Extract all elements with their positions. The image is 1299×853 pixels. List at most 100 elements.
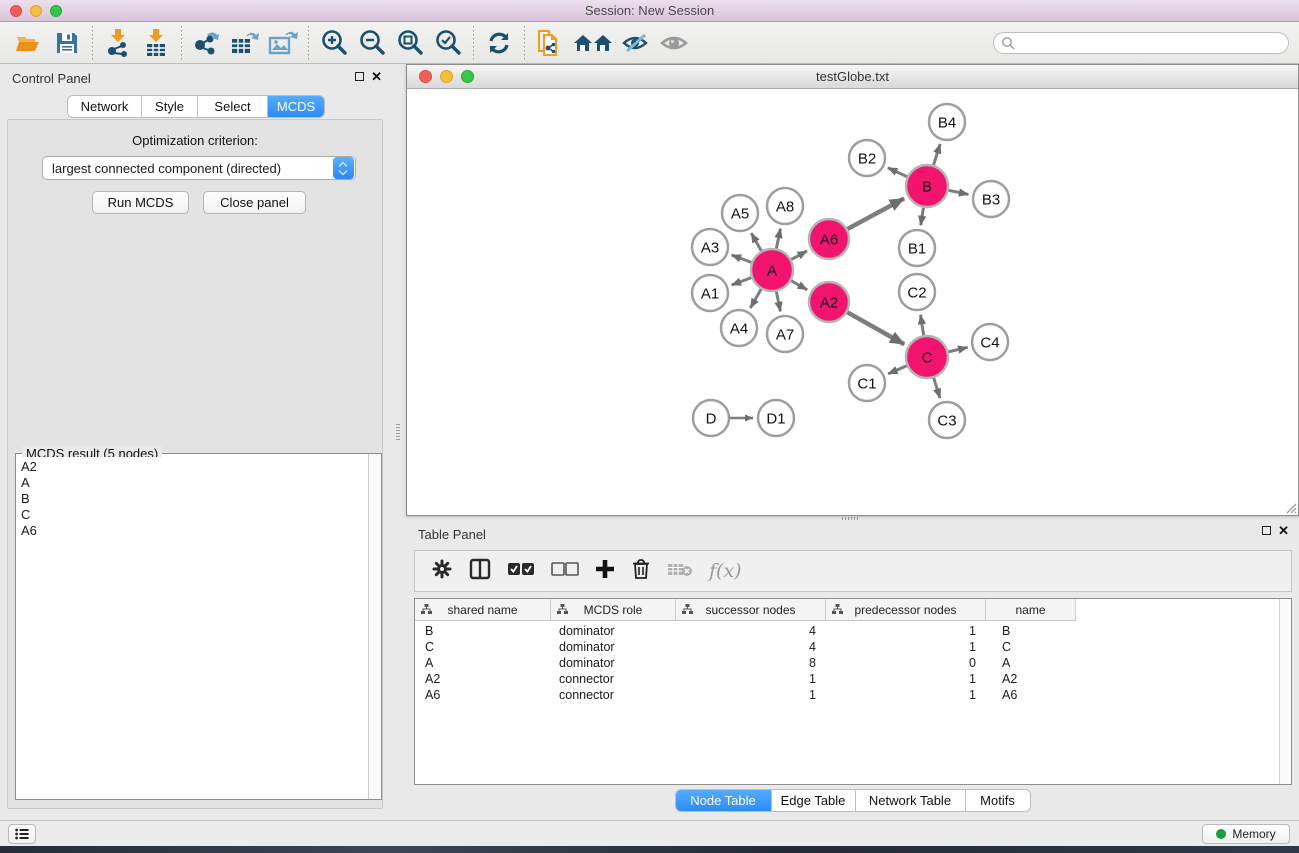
close-panel-icon[interactable]: ✕ [371, 72, 382, 81]
cell-shared-name: C [415, 639, 551, 655]
tab-node-table[interactable]: Node Table [676, 790, 772, 811]
table-scrollbar[interactable] [1279, 599, 1291, 784]
graph-edge-B-B4[interactable] [933, 144, 940, 168]
deselect-all-columns-button[interactable] [551, 562, 579, 581]
table-rows: Bdominator41BCdominator41CAdominator80AA… [415, 623, 1279, 703]
column-header-MCDS-role[interactable]: MCDS role [551, 599, 676, 621]
close-window-icon[interactable] [10, 5, 22, 17]
resize-grip-icon[interactable] [1283, 500, 1297, 514]
zoom-fit-icon [396, 29, 424, 57]
criterion-dropdown[interactable]: largest connected component (directed) [42, 156, 356, 180]
float-table-panel-icon[interactable] [1262, 526, 1271, 535]
gear-icon [431, 558, 453, 580]
export-table-button[interactable] [226, 25, 264, 61]
mcds-result-item[interactable]: B [21, 491, 367, 507]
open-session-button[interactable] [10, 25, 48, 61]
tab-style[interactable]: Style [142, 96, 198, 117]
vertical-splitter-handle[interactable] [396, 424, 400, 440]
checked-boxes-icon [507, 562, 535, 576]
graph-edge-B-B2[interactable] [888, 168, 910, 178]
column-header-name[interactable]: name [986, 599, 1076, 621]
delete-column-button[interactable] [631, 558, 651, 585]
graph-edge-A-A5[interactable] [751, 233, 762, 253]
network-view-window: testGlobe.txt AA6A2BCA5A8A3A1A4A7B2B4B3B… [406, 64, 1299, 516]
table-row[interactable]: Adominator80A [415, 655, 1279, 671]
export-network-button[interactable] [188, 25, 226, 61]
table-row[interactable]: A2connector11A2 [415, 671, 1279, 687]
graph-edge-C-C3[interactable] [933, 375, 940, 398]
zoom-out-button[interactable] [353, 25, 391, 61]
zoom-selected-button[interactable] [429, 25, 467, 61]
cell-successor-nodes: 1 [676, 671, 826, 687]
network-graph[interactable]: AA6A2BCA5A8A3A1A4A7B2B4B3B1C2C4C1C3DD1 [407, 89, 1298, 515]
show-all-button[interactable] [655, 25, 693, 61]
hide-selected-button[interactable] [617, 25, 655, 61]
minimize-network-icon[interactable] [440, 70, 453, 83]
table-row[interactable]: Bdominator41B [415, 623, 1279, 639]
column-header-predecessor-nodes[interactable]: predecessor nodes [826, 599, 986, 621]
function-builder-button[interactable]: f(x) [709, 560, 742, 582]
import-table-icon [143, 29, 169, 57]
graph-edge-C-C2[interactable] [920, 315, 924, 338]
table-row[interactable]: A6connector11A6 [415, 687, 1279, 703]
zoom-in-button[interactable] [315, 25, 353, 61]
float-panel-icon[interactable] [355, 72, 364, 81]
select-all-columns-button[interactable] [507, 562, 535, 581]
column-header-shared-name[interactable]: shared name [415, 599, 551, 621]
memory-button[interactable]: Memory [1202, 824, 1290, 844]
run-mcds-button[interactable]: Run MCDS [92, 191, 189, 214]
minimize-window-icon[interactable] [30, 5, 42, 17]
graph-edge-B-B3[interactable] [946, 190, 969, 195]
graph-node-label: B1 [908, 240, 926, 257]
zoom-network-icon[interactable] [461, 70, 474, 83]
graph-edge-A-A7[interactable] [776, 289, 781, 312]
graph-edge-C-C4[interactable] [945, 347, 967, 352]
graph-edge-A6-B[interactable] [845, 198, 904, 230]
cell-successor-nodes: 4 [676, 639, 826, 655]
mcds-result-item[interactable]: A6 [21, 523, 367, 539]
refresh-button[interactable] [480, 25, 518, 61]
graph-edge-A-A1[interactable] [732, 277, 755, 285]
graph-edge-A-A3[interactable] [732, 255, 755, 263]
graph-edge-A-A4[interactable] [750, 287, 762, 308]
import-table-button[interactable] [137, 25, 175, 61]
graph-edge-A-A8[interactable] [776, 229, 781, 252]
mcds-result-item[interactable]: A2 [21, 459, 367, 475]
search-input[interactable] [1015, 36, 1288, 50]
close-table-panel-icon[interactable]: ✕ [1278, 526, 1289, 535]
mcds-result-list[interactable]: A2ABCA6 [17, 457, 367, 798]
tab-network-table[interactable]: Network Table [856, 790, 966, 811]
delete-table-button[interactable] [667, 561, 693, 582]
add-column-button[interactable] [595, 559, 615, 584]
graph-edge-C-C1[interactable] [888, 365, 909, 374]
graph-edge-A2-C[interactable] [845, 311, 905, 344]
tab-edge-table[interactable]: Edge Table [772, 790, 856, 811]
first-neighbors-button[interactable] [569, 25, 617, 61]
cell-shared-name: B [415, 623, 551, 639]
export-image-button[interactable] [264, 25, 302, 61]
save-session-button[interactable] [48, 25, 86, 61]
search-field[interactable] [993, 32, 1289, 54]
network-window-titlebar[interactable]: testGlobe.txt [407, 65, 1298, 89]
close-panel-button[interactable]: Close panel [203, 191, 306, 214]
tab-mcds[interactable]: MCDS [268, 96, 324, 117]
import-network-button[interactable] [99, 25, 137, 61]
cell-successor-nodes: 1 [676, 687, 826, 703]
mcds-result-item[interactable]: A [21, 475, 367, 491]
graph-node-label: A3 [701, 239, 719, 256]
settings-gear-button[interactable] [431, 558, 453, 585]
zoom-fit-button[interactable] [391, 25, 429, 61]
table-row[interactable]: Cdominator41C [415, 639, 1279, 655]
duplicate-network-button[interactable] [531, 25, 569, 61]
tab-network[interactable]: Network [68, 96, 142, 117]
result-scrollbar[interactable] [368, 454, 381, 799]
column-header-successor-nodes[interactable]: successor nodes [676, 599, 826, 621]
status-bar: Memory [0, 820, 1299, 846]
zoom-window-icon[interactable] [50, 5, 62, 17]
task-history-button[interactable] [8, 824, 36, 844]
tab-select[interactable]: Select [198, 96, 268, 117]
mcds-result-item[interactable]: C [21, 507, 367, 523]
column-layout-button[interactable] [469, 558, 491, 585]
tab-motifs[interactable]: Motifs [966, 790, 1030, 811]
close-network-icon[interactable] [419, 70, 432, 83]
